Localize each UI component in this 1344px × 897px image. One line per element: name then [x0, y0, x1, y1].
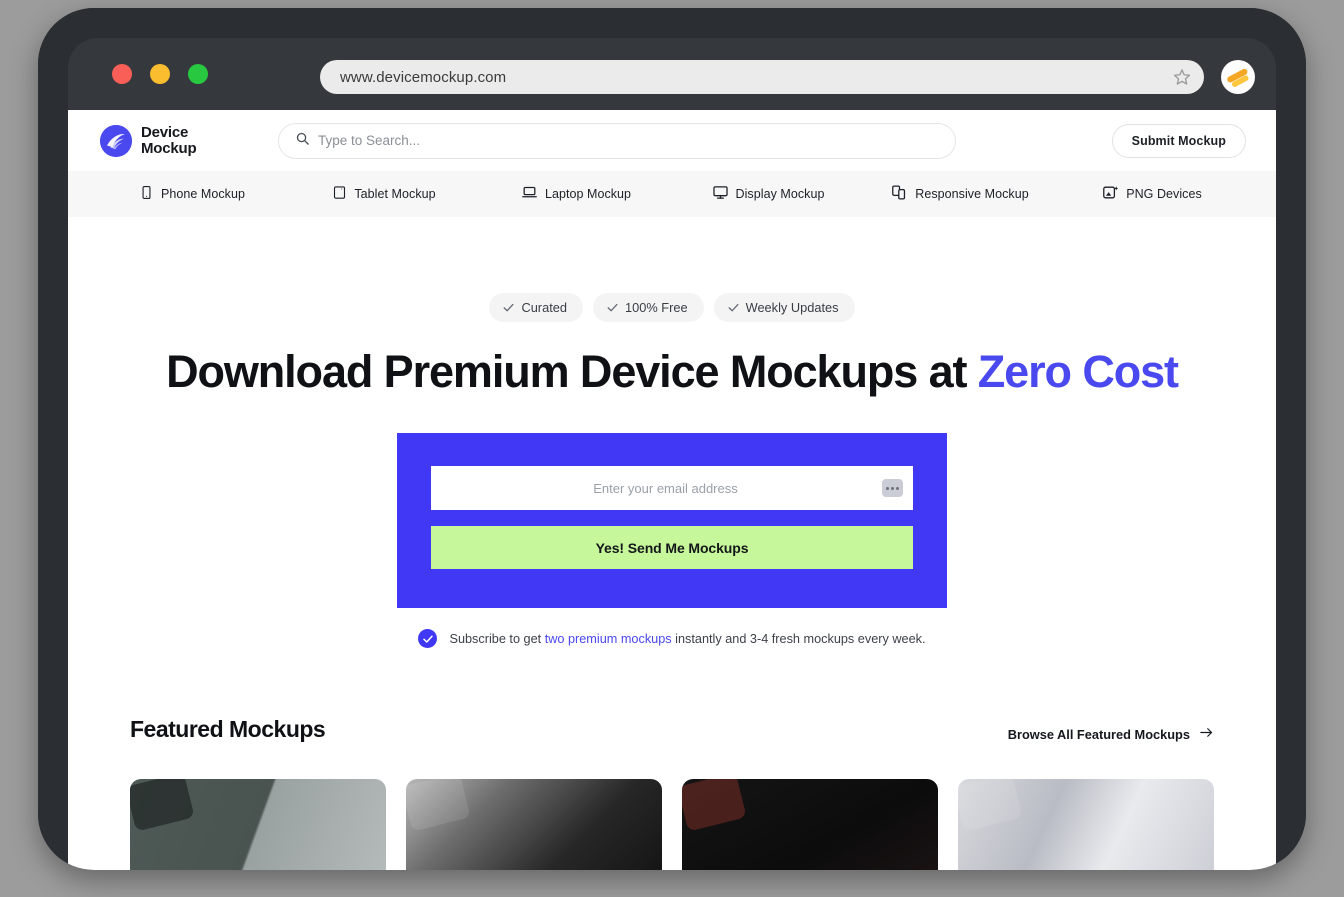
browser-window: www.devicemockup.com Device Mockup Type …: [68, 38, 1276, 870]
browse-all-label: Browse All Featured Mockups: [1007, 726, 1190, 742]
mockup-card-3[interactable]: [682, 779, 938, 870]
status-badge: Weekly Updates: [713, 293, 855, 322]
search-icon: [295, 131, 310, 151]
mockup-card-4[interactable]: [958, 779, 1214, 870]
nav-label: Tablet Mockup: [354, 187, 436, 201]
check-icon: [728, 303, 739, 312]
send-mockups-button[interactable]: Yes! Send Me Mockups: [431, 526, 913, 570]
hero-section: Curated 100% Free Weekly Updates Downloa…: [68, 217, 1276, 649]
check-icon: [607, 303, 618, 312]
subscribe-note-text: Subscribe to get two premium mockups ins…: [449, 632, 925, 646]
nav-label: Display Mockup: [735, 187, 825, 201]
device-frame: www.devicemockup.com Device Mockup Type …: [38, 8, 1306, 870]
profile-avatar-icon[interactable]: [1221, 60, 1255, 94]
status-badge: Curated: [489, 293, 583, 322]
email-signup-panel: Enter your email address Yes! Send Me Mo…: [397, 433, 947, 609]
badge-label: 100% Free: [624, 300, 688, 315]
badge-label: Curated: [521, 300, 567, 315]
status-badge: 100% Free: [592, 293, 704, 322]
sidebar-item-responsive-mockup[interactable]: Responsive Mockup: [864, 184, 1056, 204]
featured-title: Featured Mockups: [130, 716, 326, 743]
logo-wordmark: Device Mockup: [141, 123, 197, 157]
nav-label: PNG Devices: [1126, 187, 1202, 201]
close-window-button[interactable]: [112, 64, 132, 84]
minimize-window-button[interactable]: [150, 64, 170, 84]
web-page: Device Mockup Type to Search... Submit M…: [68, 110, 1276, 870]
responsive-devices-icon: [891, 184, 908, 204]
nav-label: Laptop Mockup: [544, 187, 632, 201]
nav-label: Phone Mockup: [161, 187, 245, 201]
mockup-card-2[interactable]: [406, 779, 662, 870]
search-placeholder: Type to Search...: [318, 133, 421, 148]
featured-cards-grid: [68, 779, 1276, 870]
check-circle-icon: [418, 629, 438, 649]
device-mockup-logo-icon: [100, 124, 132, 157]
window-controls[interactable]: [112, 64, 208, 84]
address-bar[interactable]: www.devicemockup.com: [320, 60, 1204, 94]
star-icon[interactable]: [1172, 67, 1192, 87]
monitor-icon: [712, 184, 729, 204]
email-placeholder: Enter your email address: [593, 480, 738, 496]
site-logo[interactable]: Device Mockup: [100, 123, 278, 157]
sidebar-item-png-devices[interactable]: PNG Devices: [1056, 184, 1248, 204]
badge-label: Weekly Updates: [745, 300, 839, 315]
check-icon: [503, 303, 514, 312]
logo-line-2: Mockup: [141, 139, 197, 157]
sidebar-item-tablet-mockup[interactable]: Tablet Mockup: [288, 185, 480, 203]
image-sparkle-icon: [1102, 184, 1119, 204]
browse-all-featured-link[interactable]: Browse All Featured Mockups: [1008, 725, 1214, 743]
logo-line-1: Device: [141, 123, 189, 141]
featured-header: Featured Mockups Browse All Featured Moc…: [68, 716, 1276, 743]
category-navbar: Phone Mockup Tablet Mockup Laptop Mockup: [68, 171, 1276, 217]
tablet-icon: [332, 185, 347, 203]
url-text[interactable]: www.devicemockup.com: [340, 69, 1172, 86]
kebab-menu-icon[interactable]: [1273, 62, 1276, 92]
submit-mockup-button[interactable]: Submit Mockup: [1111, 123, 1246, 158]
headline-accent: Zero Cost: [977, 346, 1179, 397]
note-after: instantly and 3-4 fresh mockups every we…: [671, 631, 926, 646]
arrow-right-icon: [1199, 725, 1214, 743]
phone-icon: [139, 185, 154, 203]
laptop-icon: [521, 184, 538, 204]
email-field[interactable]: Enter your email address: [431, 466, 913, 511]
headline-main: Download Premium Device Mockups at: [166, 346, 978, 397]
page-title: Download Premium Device Mockups at Zero …: [68, 346, 1276, 397]
premium-mockups-link[interactable]: two premium mockups: [545, 632, 672, 646]
mockup-card-1[interactable]: [130, 779, 386, 870]
note-before: Subscribe to get: [449, 631, 545, 646]
subscribe-note: Subscribe to get two premium mockups ins…: [68, 629, 1276, 649]
nav-label: Responsive Mockup: [915, 187, 1029, 201]
password-dots-icon[interactable]: [882, 479, 903, 498]
maximize-window-button[interactable]: [188, 64, 208, 84]
sidebar-item-display-mockup[interactable]: Display Mockup: [672, 184, 864, 204]
sidebar-item-phone-mockup[interactable]: Phone Mockup: [96, 185, 288, 203]
sidebar-item-laptop-mockup[interactable]: Laptop Mockup: [480, 184, 672, 204]
site-header: Device Mockup Type to Search... Submit M…: [68, 110, 1276, 171]
feature-badges: Curated 100% Free Weekly Updates: [68, 293, 1276, 322]
search-input[interactable]: Type to Search...: [278, 122, 956, 159]
browser-chrome: www.devicemockup.com: [68, 38, 1276, 110]
